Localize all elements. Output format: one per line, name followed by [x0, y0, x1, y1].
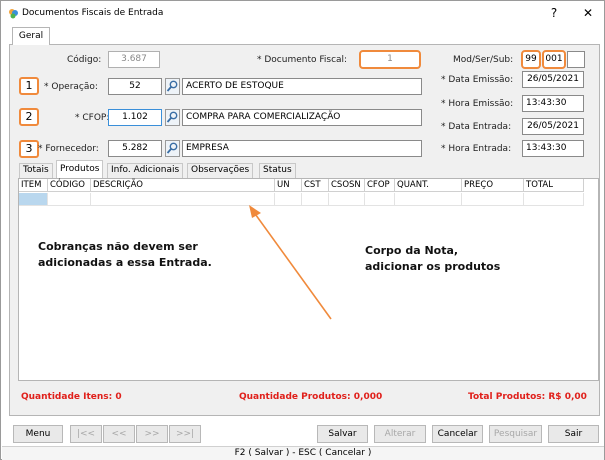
salvar-button[interactable]: Salvar: [317, 425, 368, 443]
col-quant[interactable]: QUANT.: [395, 179, 462, 192]
note-cobrancas: Cobranças não devem ser adicionadas a es…: [38, 239, 212, 271]
cfop-code-field[interactable]: 1.102: [108, 109, 162, 126]
quantidade-itens-label: Quantidade Itens: 0: [21, 392, 122, 402]
cancelar-button[interactable]: Cancelar: [432, 425, 483, 443]
operacao-label: * Operação:: [44, 82, 98, 92]
ser-field[interactable]: 001: [542, 50, 566, 69]
col-codigo[interactable]: CÓDIGO: [48, 179, 91, 192]
callout-1: 1: [19, 77, 39, 95]
operacao-search-button[interactable]: [165, 78, 180, 95]
grid-cell-quant[interactable]: [395, 193, 462, 206]
fornecedor-search-button[interactable]: [165, 140, 180, 157]
grid-cell-preco[interactable]: [462, 193, 524, 206]
window-title: Documentos Fiscais de Entrada: [22, 8, 164, 18]
note-corpo-line1: Corpo da Nota,: [365, 244, 459, 257]
grid-cell-total[interactable]: [524, 193, 584, 206]
magnifier-icon: [166, 142, 178, 154]
cfop-search-button[interactable]: [165, 109, 180, 126]
tab-produtos[interactable]: Produtos: [56, 160, 104, 178]
hora-emissao-label: * Hora Emissão:: [441, 99, 514, 109]
operacao-desc-field[interactable]: ACERTO DE ESTOQUE: [182, 78, 422, 95]
cfop-label: * CFOP:: [75, 113, 110, 123]
app-icon: [9, 9, 18, 19]
data-entrada-label: * Data Entrada:: [441, 122, 512, 132]
next-record-button[interactable]: >>: [136, 425, 168, 443]
data-emissao-field[interactable]: 26/05/2021: [522, 71, 584, 88]
codigo-label: Código:: [67, 55, 102, 65]
documento-fiscal-label: * Documento Fiscal:: [257, 55, 348, 65]
fornecedor-code-field[interactable]: 5.282: [108, 140, 162, 157]
codigo-field[interactable]: 3.687: [108, 51, 160, 68]
col-descricao[interactable]: DESCRIÇÃO: [91, 179, 275, 192]
magnifier-icon: [166, 111, 178, 123]
fornecedor-desc-field[interactable]: EMPRESA: [182, 140, 422, 157]
col-total[interactable]: TOTAL: [524, 179, 584, 192]
col-un[interactable]: UN: [275, 179, 302, 192]
prev-record-button[interactable]: <<: [103, 425, 135, 443]
menu-button[interactable]: Menu: [13, 425, 63, 443]
callout-2: 2: [19, 108, 39, 126]
sub-field[interactable]: [567, 51, 585, 68]
hora-emissao-field[interactable]: 13:43:30: [522, 95, 584, 112]
grid-cell-codigo[interactable]: [48, 193, 91, 206]
magnifier-icon: [166, 80, 178, 92]
documento-fiscal-field[interactable]: 1: [359, 50, 421, 69]
last-record-button[interactable]: >>|: [169, 425, 201, 443]
hora-entrada-label: * Hora Entrada:: [441, 144, 512, 154]
callout-3: 3: [19, 140, 39, 158]
pesquisar-button[interactable]: Pesquisar: [489, 425, 542, 443]
mod-ser-sub-label: Mod/Ser/Sub:: [453, 55, 514, 65]
tab-status[interactable]: Status: [259, 163, 296, 178]
tab-geral[interactable]: Geral: [12, 27, 50, 45]
col-cst[interactable]: CST: [302, 179, 329, 192]
note-cobrancas-line2: adicionadas a essa Entrada.: [38, 256, 212, 269]
total-produtos-label: Total Produtos: R$ 0,00: [468, 392, 587, 402]
tab-info-adicionais[interactable]: Info. Adicionais: [107, 163, 184, 178]
hora-entrada-field[interactable]: 13:43:30: [522, 140, 584, 157]
tab-observacoes[interactable]: Observações: [187, 163, 254, 178]
annotation-arrow-icon: [249, 205, 332, 320]
quantidade-produtos-label: Quantidade Produtos: 0,000: [239, 392, 383, 402]
note-corpo: Corpo da Nota, adicionar os produtos: [365, 243, 500, 275]
grid-cell-item[interactable]: [19, 193, 48, 206]
note-corpo-line2: adicionar os produtos: [365, 260, 501, 273]
tab-totais[interactable]: Totais: [19, 163, 53, 178]
cfop-desc-field[interactable]: COMPRA PARA COMERCIALIZAÇÃO: [182, 109, 422, 126]
col-item[interactable]: ITEM: [19, 179, 48, 192]
window: Documentos Fiscais de Entrada ? ✕ Geral …: [0, 0, 605, 460]
operacao-code-field[interactable]: 52: [108, 78, 162, 95]
status-bar: F2 ( Salvar ) - ESC ( Cancelar ): [2, 446, 604, 460]
alterar-button[interactable]: Alterar: [374, 425, 426, 443]
sair-button[interactable]: Sair: [548, 425, 599, 443]
first-record-button[interactable]: |<<: [70, 425, 102, 443]
grid-cell-cfop[interactable]: [365, 193, 395, 206]
title-bar: Documentos Fiscais de Entrada ? ✕: [2, 2, 604, 24]
close-button[interactable]: ✕: [580, 6, 596, 20]
data-emissao-label: * Data Emissão:: [441, 75, 514, 85]
data-entrada-field[interactable]: 26/05/2021: [522, 118, 584, 135]
col-csosn[interactable]: CSOSN: [329, 179, 365, 192]
help-button[interactable]: ?: [546, 6, 562, 20]
mod-field[interactable]: 99: [521, 50, 541, 69]
col-preco[interactable]: PREÇO: [462, 179, 524, 192]
note-cobrancas-line1: Cobranças não devem ser: [38, 240, 198, 253]
fornecedor-label: * Fornecedor:: [38, 144, 99, 154]
col-cfop[interactable]: CFOP: [365, 179, 395, 192]
